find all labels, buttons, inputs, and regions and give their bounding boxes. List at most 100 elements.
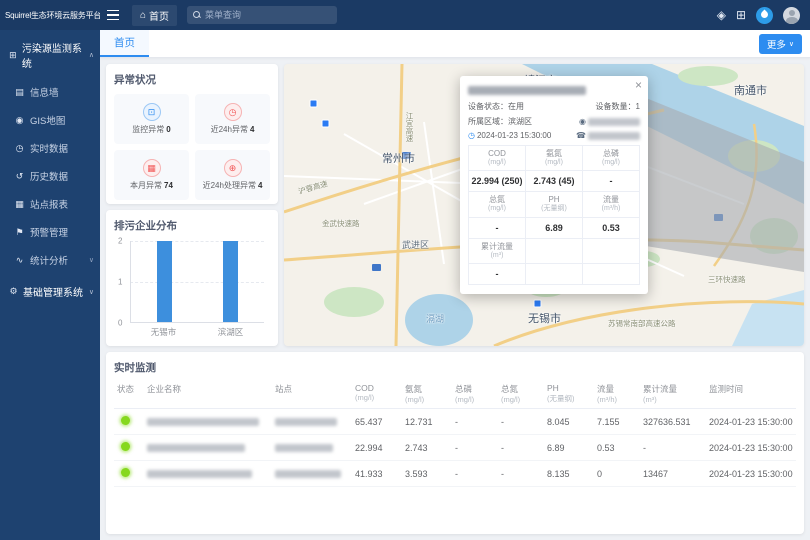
stat-tile-monitor-abnormal[interactable]: ⊡ 监控异常0 [114,94,189,144]
chevron-down-icon: ∨ [789,40,794,48]
x-label: 无锡市 [151,326,177,338]
table-row[interactable]: 41.933 3.593 - - 8.135 0 13467 2024-01-2… [114,461,796,487]
sidebar-item-gis-map[interactable]: ◉ GIS地图 [0,106,100,134]
breadcrumb-home[interactable]: ⌂ 首页 [132,5,177,26]
device-region: 所属区域：滨湖区 [468,116,532,127]
cell-tn: - [498,461,544,487]
close-icon[interactable]: × [635,78,642,92]
menu-search [187,6,337,24]
sidebar-item-station-report[interactable]: ▦ 站点报表 [0,190,100,218]
cell-cod: 65.437 [352,409,402,435]
popup-title-redacted [468,86,586,95]
popup-empty-cell [526,264,583,285]
station-info-popup: × 设备状态：在用 设备数量：1 所属区域：滨湖区 ◉ ◷2024-01-23 … [460,76,648,294]
sidebar-item-label: 站点报表 [30,197,68,211]
topbar: Squirrel生态环境云服务平台 ⌂ 首页 ◈ ⊞ [0,0,810,30]
info-wall-icon: ▤ [14,87,25,98]
stat-tile-month-abnormal[interactable]: ▦ 本月异常74 [114,150,189,200]
stat-value: 4 [258,181,262,190]
bar-wuxi [157,241,172,322]
search-icon [193,11,201,19]
sidebar-item-label: 信息墙 [30,85,59,99]
cell-total-flow: 327636.531 [640,409,706,435]
sidebar-section-base-management[interactable]: ⚙ 基础管理系统 ∨ [0,274,100,307]
sidebar-item-statistics[interactable]: ∿ 统计分析 ∨ [0,246,100,274]
bar-binhu [223,241,238,322]
monitor-table: 状态 企业名称 站点 COD(mg/l) 氨氮(mg/l) 总磷(mg/l) 总… [114,381,796,487]
alarm-icon: ⊕ [224,159,242,177]
cell-tn: - [498,409,544,435]
sidebar-item-history-data[interactable]: ↺ 历史数据 [0,162,100,190]
map-pin-icon: ◉ [14,115,25,126]
status-dot-online [121,468,130,477]
clock-icon: ◷ [224,103,242,121]
sidebar-section-label: 污染源监测系统 [22,40,85,70]
stat-label: 本月异常 [130,181,162,190]
address-redacted [588,118,640,126]
user-avatar[interactable] [783,7,800,24]
tab-home[interactable]: 首页 [100,30,149,57]
table-row[interactable]: 22.994 2.743 - - 6.89 0.53 - 2024-01-23 … [114,435,796,461]
popup-metric-value: 2.743 (45) [526,171,583,192]
stat-label: 监控异常 [132,125,164,134]
chevron-down-icon: ∨ [89,288,94,296]
popup-metric-value: 22.994 (250) [469,171,526,192]
stat-tile-24h-abnormal[interactable]: ◷ 近24h异常4 [195,94,270,144]
table-header-row: 状态 企业名称 站点 COD(mg/l) 氨氮(mg/l) 总磷(mg/l) 总… [114,381,796,409]
sidebar-item-realtime-data[interactable]: ◷ 实时数据 [0,134,100,162]
chevron-up-icon: ∧ [89,51,94,59]
company-name-redacted [147,418,259,426]
popup-empty-cell [526,239,583,264]
sidebar-item-label: 历史数据 [30,169,68,183]
monitor-panel-title: 实时监测 [114,360,796,375]
stat-tile-24h-handled[interactable]: ⊕ 近24h处理异常4 [195,150,270,200]
cell-nh3n: 3.593 [402,461,452,487]
breadcrumb-home-label: 首页 [149,8,169,23]
sidebar-section-label: 基础管理系统 [23,284,83,299]
station-marker[interactable] [322,120,329,127]
realtime-monitor-panel: 实时监测 状态 企业名称 站点 COD(mg/l) 氨氮(mg/l) 总磷(mg… [106,352,804,534]
hamburger-menu-icon[interactable] [100,0,126,30]
popup-metric-header: 总磷(mg/l) [583,146,640,171]
station-marker[interactable] [310,100,317,107]
cell-nh3n: 12.731 [402,409,452,435]
cell-flow: 7.155 [594,409,640,435]
gear-icon: ⚙ [8,286,19,297]
cell-tp: - [452,461,498,487]
sidebar-section-pollution-monitor[interactable]: ⊞ 污染源监测系统 ∧ [0,30,100,78]
sidebar-item-info-wall[interactable]: ▤ 信息墙 [0,78,100,106]
tab-bar: 首页 更多 ∨ [100,30,810,58]
search-input[interactable] [205,10,331,20]
history-icon: ↺ [14,171,25,182]
more-button[interactable]: 更多 ∨ [759,34,802,54]
gis-map[interactable]: 靖江市 南通市 常州市 无锡市 武进区 滆湖 金武快速路 三环快速路 苏锡常南部… [284,64,804,346]
app-logo: Squirrel生态环境云服务平台 [0,10,100,21]
cell-flow: 0 [594,461,640,487]
sidebar-item-label: 实时数据 [30,141,68,155]
cell-tp: - [452,409,498,435]
shield-icon[interactable]: ◈ [717,9,726,21]
col-tp: 总磷(mg/l) [452,381,498,409]
popup-metric-value: - [469,218,526,239]
abnormal-panel-title: 异常状况 [114,72,270,87]
water-drop-avatar[interactable] [756,7,773,24]
x-label: 滨湖区 [218,326,244,338]
cell-total-flow: 13467 [640,461,706,487]
chevron-down-icon: ∨ [89,256,94,264]
report-icon: ▦ [14,199,25,210]
status-dot-online [121,442,130,451]
apps-grid-icon[interactable]: ⊞ [736,9,746,21]
cell-ph: 6.89 [544,435,594,461]
col-flow: 流量(m³/h) [594,381,640,409]
sidebar-item-alert-management[interactable]: ⚑ 预警管理 [0,218,100,246]
col-time: 监测时间 [706,381,796,409]
col-status: 状态 [114,381,144,409]
popup-metric-header: 总氮(mg/l) [469,192,526,217]
popup-metric-header: 流量(m³/h) [583,192,640,217]
location-pin-icon: ◉ [579,117,586,126]
cell-nh3n: 2.743 [402,435,452,461]
col-station: 站点 [272,381,352,409]
cell-time: 2024-01-23 15:30:00 [706,409,796,435]
station-marker[interactable] [534,300,541,307]
table-row[interactable]: 65.437 12.731 - - 8.045 7.155 327636.531… [114,409,796,435]
